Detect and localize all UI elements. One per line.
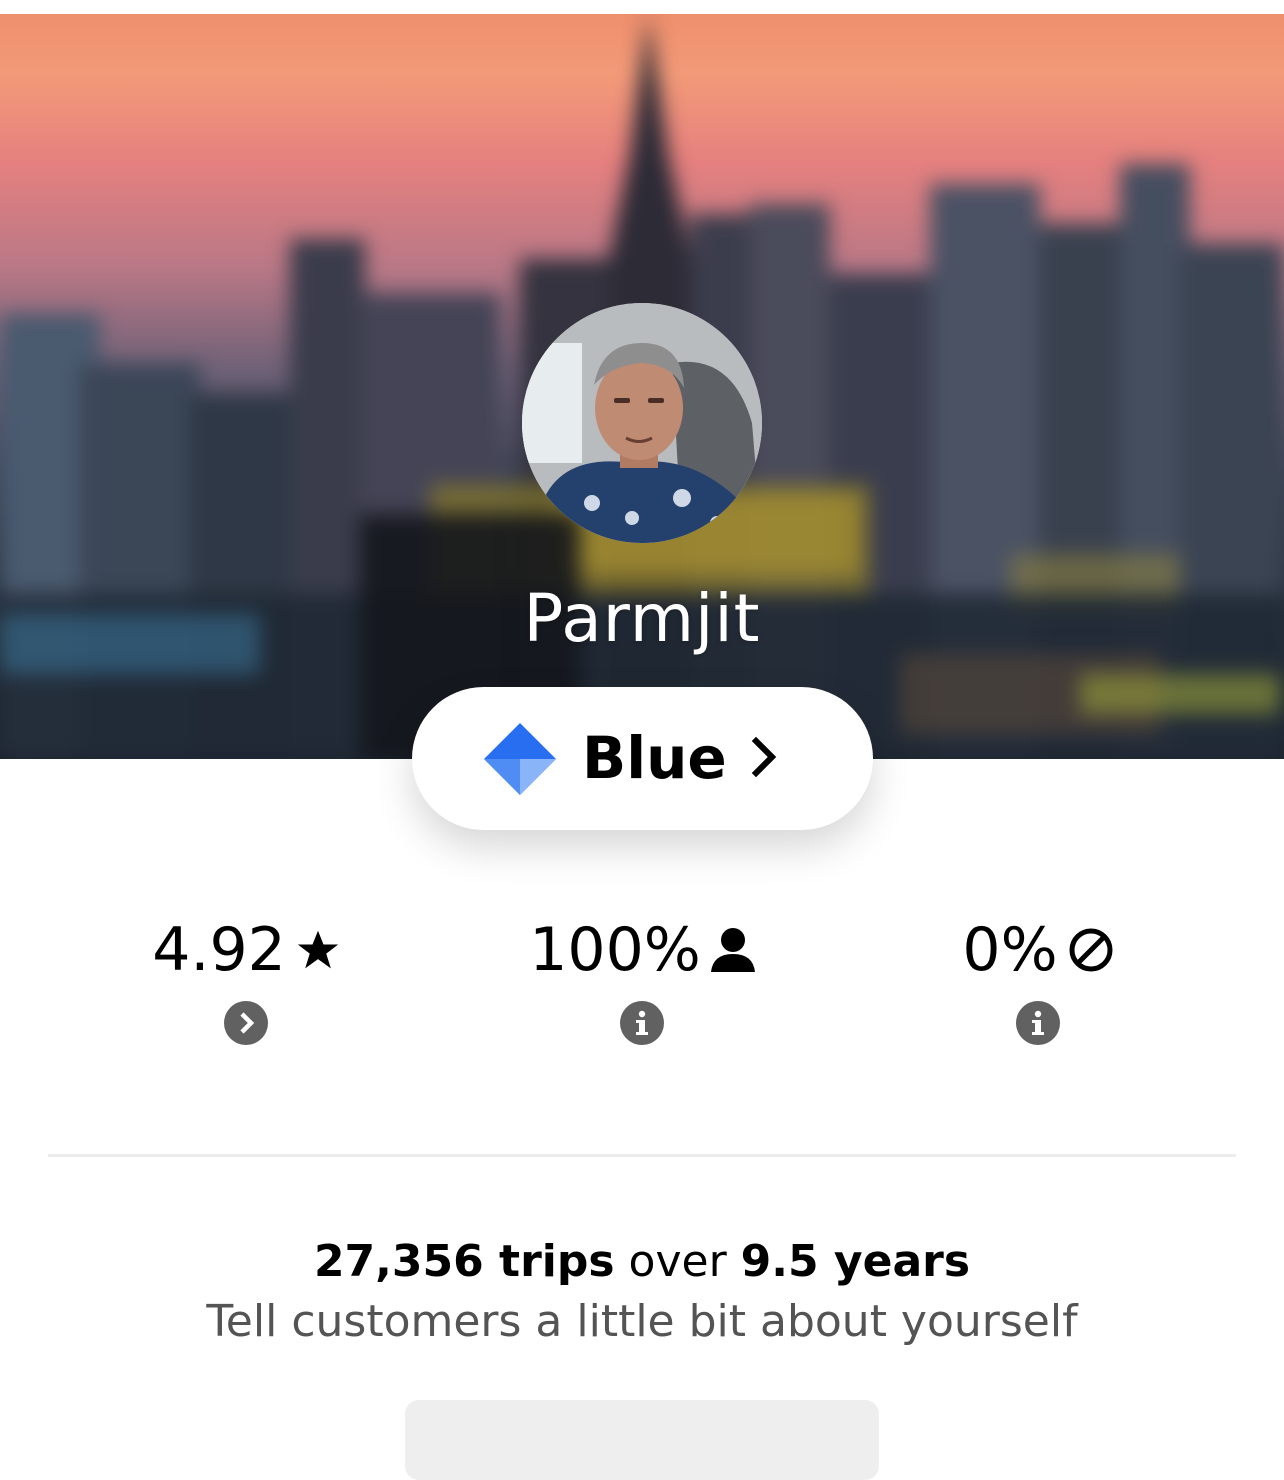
- acceptance-info-button[interactable]: [620, 1001, 664, 1045]
- acceptance-stat: 100%: [492, 915, 792, 985]
- rating-stat: 4.92: [96, 915, 396, 985]
- info-icon: [636, 1010, 648, 1035]
- trips-count: 27,356 trips: [313, 1236, 615, 1287]
- rating-value: 4.92: [152, 915, 286, 985]
- blue-diamond-icon: [484, 723, 556, 795]
- tier-button[interactable]: Blue: [412, 687, 873, 830]
- driver-name: Parmjit: [523, 580, 761, 657]
- acceptance-value: 100%: [529, 915, 701, 985]
- cancellation-info-button[interactable]: [1016, 1001, 1060, 1045]
- status-area: [0, 0, 1284, 14]
- info-icon: [1032, 1010, 1044, 1035]
- trips-summary: 27,356 trips over 9.5 years: [0, 1235, 1284, 1289]
- section-divider: [48, 1154, 1236, 1157]
- cancellation-value: 0%: [962, 915, 1058, 985]
- trips-connector: over: [628, 1236, 727, 1287]
- tier-label: Blue: [582, 724, 727, 792]
- chevron-right-icon: [751, 736, 777, 778]
- driver-avatar[interactable]: [522, 303, 762, 543]
- star-icon: [297, 930, 338, 969]
- person-icon: [710, 928, 755, 972]
- edit-bio-button[interactable]: [405, 1400, 879, 1480]
- trips-duration: 9.5 years: [740, 1236, 971, 1287]
- chevron-right-icon: [240, 1012, 255, 1034]
- bio-prompt[interactable]: Tell customers a little bit about yourse…: [0, 1295, 1284, 1349]
- cancellation-stat: 0%: [888, 915, 1188, 985]
- cancel-icon: [1069, 928, 1113, 972]
- rating-details-button[interactable]: [224, 1001, 268, 1045]
